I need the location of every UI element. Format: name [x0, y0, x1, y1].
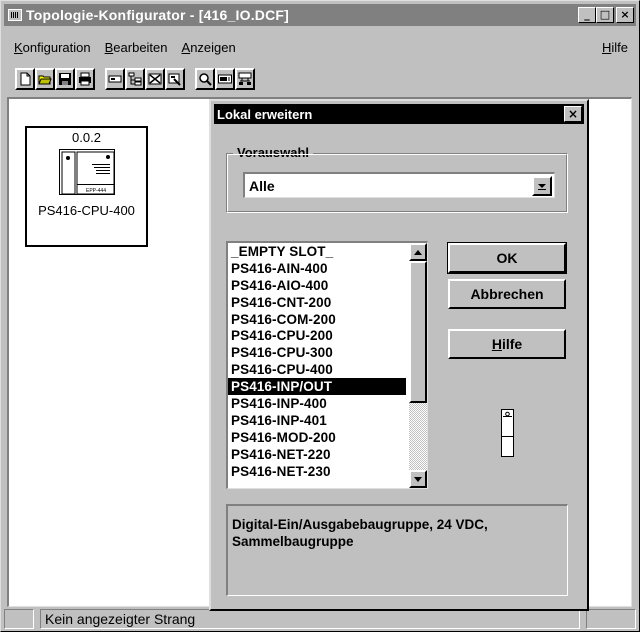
menu-konfiguration[interactable]: Konfiguration — [4, 40, 95, 55]
list-item[interactable]: PS416-INP/OUT — [228, 378, 406, 396]
new-button[interactable] — [15, 68, 35, 90]
preselection-value: Alle — [249, 177, 275, 194]
tree-icon — [128, 72, 142, 86]
list-item[interactable]: PS416-AIN-400 — [228, 260, 406, 277]
open-button[interactable] — [35, 68, 55, 90]
arrow-down-icon — [414, 476, 422, 482]
list-item[interactable]: PS416-INP-401 — [228, 412, 406, 429]
properties-icon — [168, 73, 181, 86]
save-button[interactable] — [55, 68, 75, 90]
new-icon — [20, 72, 31, 86]
dropdown-button[interactable] — [532, 175, 552, 196]
dialog-title-bar[interactable]: Lokal erweitern × — [214, 104, 584, 124]
chevron-down-icon — [538, 183, 546, 190]
list-item[interactable]: PS416-NET-230 — [228, 463, 406, 480]
scrollbar-thumb[interactable] — [409, 261, 427, 403]
module-list-scrollbar[interactable] — [409, 243, 427, 488]
expand-local-dialog: Lokal erweitern × Vorauswahl Alle _EMPTY… — [209, 99, 589, 611]
monitor-button[interactable] — [215, 68, 235, 90]
list-item[interactable]: PS416-CPU-400 — [228, 361, 406, 378]
toolbar — [15, 65, 265, 93]
title-bar[interactable]: Topologie-Konfigurator - [416_IO.DCF] _ … — [4, 4, 636, 26]
help-button[interactable]: Hilfe — [448, 329, 566, 359]
cancel-button[interactable]: Abbrechen — [448, 279, 566, 309]
print-icon — [79, 72, 91, 86]
node-address: 0.0.2 — [72, 130, 101, 145]
status-pane-right — [586, 609, 636, 629]
module-list[interactable]: _EMPTY SLOT_ PS416-AIN-400 PS416-AIO-400 PS… — [226, 241, 428, 489]
module-button[interactable] — [105, 68, 125, 90]
network-icon — [238, 72, 252, 85]
ok-button[interactable]: OK — [447, 242, 567, 274]
list-item[interactable]: PS416-MOD-200 — [228, 429, 406, 446]
delete-module-icon — [148, 73, 162, 85]
dialog-title: Lokal erweitern — [217, 106, 313, 122]
monitor-icon — [218, 74, 232, 84]
app-icon — [8, 9, 22, 21]
network-button[interactable] — [235, 68, 255, 90]
minimize-button[interactable]: _ — [578, 7, 596, 23]
main-window: Topologie-Konfigurator - [416_IO.DCF] _ … — [0, 0, 640, 632]
menu-anzeigen[interactable]: Anzeigen — [172, 40, 240, 55]
list-item[interactable]: PS416-NET-220 — [228, 446, 406, 463]
status-pane-left — [4, 609, 34, 629]
node-module-name: PS416-CPU-400 — [38, 203, 135, 218]
properties-button[interactable] — [165, 68, 185, 90]
cpu-module-icon: EPP-444 — [58, 149, 115, 195]
open-icon — [38, 75, 52, 85]
status-text: Kein angezeigter Strang — [40, 609, 580, 629]
preselection-dropdown[interactable]: Alle — [243, 172, 555, 198]
maximize-button[interactable]: □ — [596, 7, 614, 23]
topology-node[interactable]: 0.0.2 EPP-444 PS416-CPU-400 — [25, 126, 148, 247]
status-bar: Kein angezeigter Strang — [4, 608, 636, 630]
list-item[interactable]: PS416-AIO-400 — [228, 277, 406, 294]
menu-bearbeiten[interactable]: Bearbeiten — [95, 40, 172, 55]
module-icon-caption: EPP-444 — [85, 188, 105, 194]
zoom-icon — [199, 73, 212, 86]
tree-button[interactable] — [125, 68, 145, 90]
window-controls: _ □ × — [578, 7, 634, 23]
module-description: Digital-Ein/Ausgabebaugruppe, 24 VDC, Sa… — [226, 504, 568, 596]
arrow-up-icon — [414, 249, 422, 255]
list-item[interactable]: _EMPTY SLOT_ — [228, 243, 406, 260]
print-button[interactable] — [75, 68, 95, 90]
dialog-close-button[interactable]: × — [564, 106, 582, 122]
close-button[interactable]: × — [616, 7, 634, 23]
menu-bar: Konfiguration Bearbeiten Anzeigen Hilfe — [4, 37, 636, 57]
preselection-group: Vorauswahl Alle — [226, 145, 568, 213]
delete-module-button[interactable] — [145, 68, 165, 90]
scroll-down-button[interactable] — [409, 470, 427, 488]
list-item[interactable]: PS416-CPU-300 — [228, 344, 406, 361]
window-title: Topologie-Konfigurator - [416_IO.DCF] — [26, 7, 290, 23]
scroll-up-button[interactable] — [409, 243, 427, 261]
save-icon — [59, 73, 71, 85]
zoom-button[interactable] — [195, 68, 215, 90]
list-item[interactable]: PS416-CPU-200 — [228, 327, 406, 344]
list-item[interactable]: PS416-COM-200 — [228, 311, 406, 328]
preselection-legend: Vorauswahl — [233, 145, 314, 160]
list-item[interactable]: PS416-CNT-200 — [228, 294, 406, 311]
menu-hilfe[interactable]: Hilfe — [592, 40, 636, 55]
module-preview-icon — [501, 409, 514, 457]
module-list-items: _EMPTY SLOT_ PS416-AIN-400 PS416-AIO-400 PS… — [228, 243, 406, 479]
module-icon — [108, 75, 122, 83]
list-item[interactable]: PS416-INP-400 — [228, 395, 406, 412]
